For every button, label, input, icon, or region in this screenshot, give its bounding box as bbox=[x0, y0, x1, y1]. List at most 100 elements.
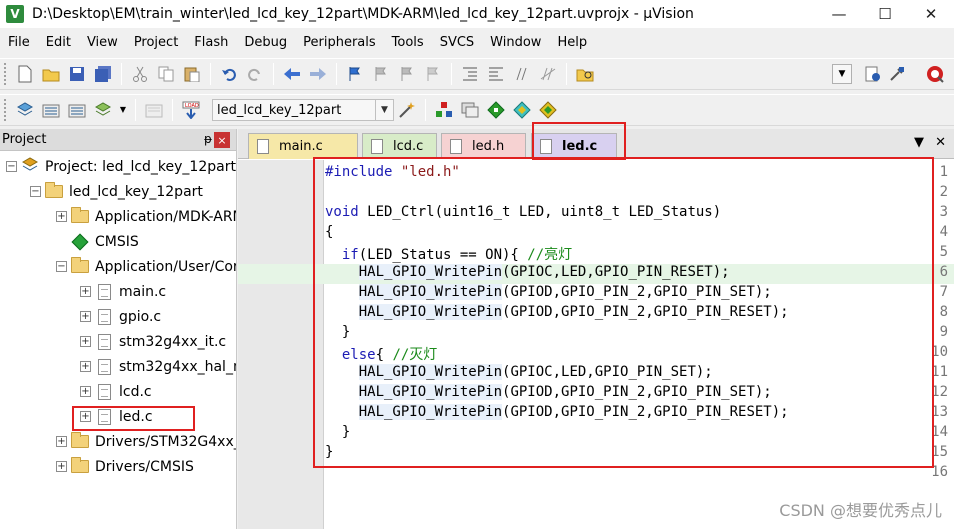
indent-icon[interactable] bbox=[460, 64, 480, 84]
cut-icon[interactable] bbox=[130, 64, 150, 84]
tab-led-h[interactable]: led.h bbox=[441, 133, 526, 159]
toolbar-grip[interactable] bbox=[4, 63, 8, 85]
undo-icon[interactable] bbox=[219, 64, 239, 84]
folder-icon bbox=[71, 257, 89, 275]
stop-build-icon[interactable] bbox=[144, 100, 164, 120]
expand-icon[interactable]: + bbox=[80, 286, 91, 297]
tab-menu-icon[interactable]: ▼ bbox=[914, 135, 924, 150]
bookmark-icon[interactable] bbox=[345, 64, 365, 84]
tree-item[interactable]: + lcd.c bbox=[80, 379, 152, 404]
tree-item-label: CMSIS bbox=[95, 233, 139, 250]
find-in-files-icon[interactable] bbox=[575, 64, 595, 84]
menu-view[interactable]: View bbox=[79, 35, 126, 50]
tree-item[interactable]: + stm32g4xx_hal_msp.c bbox=[80, 354, 236, 379]
tree-item[interactable]: + stm32g4xx_it.c bbox=[80, 329, 226, 354]
tree-item[interactable]: + Drivers/CMSIS bbox=[56, 454, 194, 479]
copy-icon[interactable] bbox=[156, 64, 176, 84]
collapse-icon[interactable]: − bbox=[56, 261, 67, 272]
menu-debug[interactable]: Debug bbox=[236, 35, 295, 50]
expand-icon[interactable]: + bbox=[80, 336, 91, 347]
menu-edit[interactable]: Edit bbox=[38, 35, 79, 50]
help-icon[interactable] bbox=[925, 64, 945, 84]
comment-icon[interactable] bbox=[512, 64, 532, 84]
c-file-icon bbox=[95, 283, 113, 300]
menu-file[interactable]: File bbox=[0, 35, 38, 50]
tree-item[interactable]: + Application/MDK-ARM bbox=[56, 204, 236, 229]
download-icon[interactable]: LOAD bbox=[181, 100, 201, 120]
expand-icon[interactable]: + bbox=[56, 211, 67, 222]
toolbar-grip[interactable] bbox=[4, 99, 8, 121]
new-file-icon[interactable] bbox=[15, 64, 35, 84]
maximize-button[interactable]: ☐ bbox=[862, 0, 908, 28]
expand-icon[interactable]: + bbox=[80, 386, 91, 397]
build-icon[interactable] bbox=[41, 100, 61, 120]
menu-window[interactable]: Window bbox=[482, 35, 549, 50]
tree-item-label: Project: led_lcd_key_12part bbox=[45, 158, 236, 175]
paste-icon[interactable] bbox=[182, 64, 202, 84]
menu-svcs[interactable]: SVCS bbox=[432, 35, 482, 50]
collapse-icon[interactable]: − bbox=[30, 186, 41, 197]
expand-icon[interactable]: + bbox=[80, 311, 91, 322]
close-window-button[interactable]: ✕ bbox=[908, 0, 954, 28]
menu-flash[interactable]: Flash bbox=[186, 35, 236, 50]
debug-session-icon[interactable] bbox=[863, 64, 883, 84]
tab-main-c[interactable]: main.c bbox=[248, 133, 358, 159]
c-file-icon bbox=[95, 358, 113, 375]
translate-icon[interactable] bbox=[15, 100, 35, 120]
chevron-down-icon[interactable]: ▼ bbox=[375, 100, 393, 120]
unindent-icon[interactable] bbox=[486, 64, 506, 84]
bookmark-clear-icon[interactable] bbox=[423, 64, 443, 84]
options-wand-icon[interactable] bbox=[397, 100, 417, 120]
menu-peripherals[interactable]: Peripherals bbox=[295, 35, 384, 50]
pin-icon[interactable]: ᵽ bbox=[204, 132, 212, 146]
expand-icon[interactable]: + bbox=[56, 436, 67, 447]
tree-item-label: Application/MDK-ARM bbox=[95, 208, 236, 225]
tree-item[interactable]: + main.c bbox=[80, 279, 166, 304]
tree-item[interactable]: − led_lcd_key_12part bbox=[30, 179, 203, 204]
open-folder-icon[interactable] bbox=[41, 64, 61, 84]
expand-icon[interactable]: + bbox=[80, 361, 91, 372]
rebuild-icon[interactable] bbox=[67, 100, 87, 120]
tree-item-label: Application/User/Core bbox=[95, 258, 236, 275]
target-select[interactable]: led_lcd_key_12part ▼ bbox=[212, 99, 394, 121]
menu-project[interactable]: Project bbox=[126, 35, 186, 50]
tree-item[interactable]: + Drivers/STM32G4xx_HAL_Driver bbox=[56, 429, 236, 454]
close-panel-icon[interactable]: × bbox=[214, 132, 230, 148]
save-icon[interactable] bbox=[67, 64, 87, 84]
expand-icon[interactable]: + bbox=[56, 461, 67, 472]
bookmark-next-icon[interactable] bbox=[397, 64, 417, 84]
folder-icon bbox=[71, 457, 89, 475]
nav-forward-icon[interactable] bbox=[308, 64, 328, 84]
file-icon bbox=[450, 139, 462, 154]
search-dropdown-icon[interactable]: ▼ bbox=[832, 64, 852, 84]
save-all-icon[interactable] bbox=[93, 64, 113, 84]
menu-help[interactable]: Help bbox=[549, 35, 595, 50]
uvision-window: V D:\Desktop\EM\train_winter\led_lcd_key… bbox=[0, 0, 954, 529]
collapse-icon[interactable]: − bbox=[6, 161, 17, 172]
pack-installer-icon[interactable] bbox=[486, 100, 506, 120]
c-file-icon bbox=[95, 308, 113, 325]
tree-item[interactable]: − Application/User/Core bbox=[56, 254, 236, 279]
tab-lcd-c[interactable]: lcd.c bbox=[362, 133, 437, 159]
event-recorder-icon[interactable] bbox=[538, 100, 558, 120]
redo-icon[interactable] bbox=[245, 64, 265, 84]
minimize-button[interactable]: — bbox=[816, 0, 862, 28]
manage-components-icon[interactable] bbox=[434, 100, 454, 120]
build-toolbar: ▼ LOAD led_lcd_key_12part ▼ bbox=[0, 94, 954, 126]
menu-tools[interactable]: Tools bbox=[384, 35, 432, 50]
select-packs-icon[interactable] bbox=[512, 100, 532, 120]
uncomment-icon[interactable] bbox=[538, 64, 558, 84]
close-tab-icon[interactable]: ✕ bbox=[935, 135, 946, 150]
tree-item-label: led_lcd_key_12part bbox=[69, 183, 203, 200]
bookmark-prev-icon[interactable] bbox=[371, 64, 391, 84]
tree-item[interactable]: − Project: led_lcd_key_12part bbox=[6, 154, 236, 179]
nav-back-icon[interactable] bbox=[282, 64, 302, 84]
tree-item-label: Drivers/STM32G4xx_HAL_Driver bbox=[95, 433, 236, 450]
tree-item[interactable]: CMSIS bbox=[56, 229, 139, 254]
build-dropdown-icon[interactable]: ▼ bbox=[119, 100, 127, 120]
file-extensions-icon[interactable] bbox=[460, 100, 480, 120]
tree-item[interactable]: + gpio.c bbox=[80, 304, 161, 329]
batch-build-icon[interactable] bbox=[93, 100, 113, 120]
config-icon[interactable] bbox=[887, 64, 907, 84]
window-controls: — ☐ ✕ bbox=[816, 0, 954, 28]
